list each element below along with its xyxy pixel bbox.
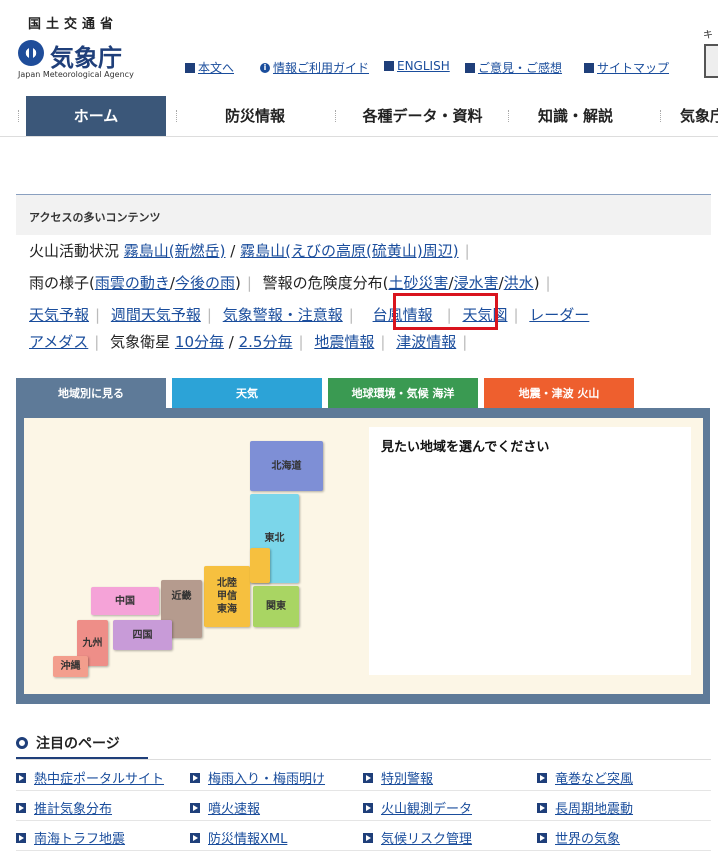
- site-header: 国土交通省 気象庁 Japan Meteorological Agency 本文…: [0, 0, 718, 96]
- nav-home[interactable]: ホーム: [26, 96, 166, 136]
- arrow-square-icon: [363, 803, 373, 813]
- popular-contents: アクセスの多いコンテンツ 火山活動状況 霧島山(新燃岳) / 霧島山(えびの高原…: [16, 194, 711, 357]
- util-link-skip[interactable]: 本文へ: [185, 59, 234, 76]
- featured-volcano-data[interactable]: 火山観測データ: [363, 798, 472, 817]
- region-hokuriku-koshin-tokai[interactable]: 北陸 甲信 東海: [204, 566, 250, 627]
- link-earthquake[interactable]: 地震情報: [314, 333, 374, 351]
- tab-environment[interactable]: 地球環境・気候 海洋: [328, 378, 478, 410]
- link-kirishima-shinmoe[interactable]: 霧島山(新燃岳): [124, 242, 226, 260]
- amedas-line: アメダス | 気象衛星 10分毎 / 2.5分毎 | 地震情報 | 津波情報 |: [29, 333, 468, 351]
- featured-row-divider: [16, 850, 711, 851]
- popular-contents-title: アクセスの多いコンテンツ: [29, 211, 161, 224]
- jma-logo-icon: [18, 40, 44, 66]
- nav-divider: [508, 110, 510, 122]
- nav-divider: [660, 110, 662, 122]
- featured-eruption-alert[interactable]: 噴火速報: [190, 798, 260, 817]
- global-nav: ホーム 防災情報 各種データ・資料 知識・解説 気象庁: [0, 96, 718, 137]
- header-right-text: キ: [703, 30, 713, 41]
- link-landslide[interactable]: 土砂災害: [389, 274, 449, 292]
- link-satellite-2-5min[interactable]: 2.5分毎: [239, 333, 293, 351]
- link-kirishima-ebino[interactable]: 霧島山(えびの高原(硫黄山)周辺): [240, 242, 458, 260]
- arrow-square-icon: [384, 61, 394, 71]
- arrow-square-icon: [16, 803, 26, 813]
- arrow-square-icon: [537, 773, 547, 783]
- forecast-line: 天気予報 | 週間天気予報 | 気象警報・注意報 | 台風情報 | 天気図 | レーダー: [29, 306, 590, 324]
- nav-knowledge[interactable]: 知識・解説: [518, 96, 633, 136]
- nav-divider: [18, 110, 20, 122]
- circle-bullet-icon: [16, 737, 28, 749]
- logo-name: 気象庁: [50, 44, 122, 72]
- link-tsunami[interactable]: 津波情報: [396, 333, 456, 351]
- tab-weather[interactable]: 天気: [172, 378, 322, 410]
- region-okinawa[interactable]: 沖縄: [53, 656, 88, 677]
- arrow-square-icon: [16, 833, 26, 843]
- rain-line: 雨の様子(雨雲の動き/今後の雨) | 警報の危険度分布(土砂災害/浸水害/洪水) |: [29, 274, 551, 292]
- arrow-square-icon: [190, 773, 200, 783]
- link-forecast[interactable]: 天気予報: [29, 306, 89, 324]
- featured-row-divider: [16, 790, 711, 791]
- featured-nankai-trough[interactable]: 南海トラフ地震: [16, 828, 125, 847]
- region-hokkaido[interactable]: 北海道: [250, 441, 323, 491]
- util-link-guide[interactable]: i 情報ご利用ガイド: [260, 59, 369, 76]
- nav-about[interactable]: 気象庁: [680, 96, 718, 136]
- region-instruction-panel: 見たい地域を選んでください: [369, 427, 691, 675]
- nav-data[interactable]: 各種データ・資料: [345, 96, 500, 136]
- featured-world-weather[interactable]: 世界の気象: [537, 828, 620, 847]
- nav-divider: [335, 110, 337, 122]
- arrow-square-icon: [537, 833, 547, 843]
- link-weekly-forecast[interactable]: 週間天気予報: [111, 306, 201, 324]
- popular-contents-header: アクセスの多いコンテンツ: [16, 195, 711, 235]
- featured-climate-risk[interactable]: 気候リスク管理: [363, 828, 472, 847]
- nav-divider: [176, 110, 178, 122]
- logo-english: Japan Meteorological Agency: [18, 70, 134, 79]
- arrow-square-icon: [537, 803, 547, 813]
- nav-disaster-info[interactable]: 防災情報: [185, 96, 325, 136]
- featured-emergency-warning[interactable]: 特別警報: [363, 768, 433, 787]
- arrow-square-icon: [190, 833, 200, 843]
- link-inundation[interactable]: 浸水害: [454, 274, 499, 292]
- arrow-square-icon: [584, 62, 594, 73]
- link-flood[interactable]: 洪水: [504, 274, 534, 292]
- tab-by-region[interactable]: 地域別に見る: [16, 378, 166, 410]
- featured-disaster-xml[interactable]: 防災情報XML: [190, 828, 287, 847]
- region-shikoku[interactable]: 四国: [113, 620, 172, 650]
- region-chugoku[interactable]: 中国: [91, 587, 159, 615]
- featured-title-underline: [16, 757, 148, 759]
- link-radar[interactable]: レーダー: [529, 306, 589, 324]
- arrow-square-icon: [465, 62, 475, 73]
- featured-tornado[interactable]: 竜巻など突風: [537, 768, 633, 787]
- region-kanto[interactable]: 関東: [253, 586, 299, 627]
- arrow-square-icon: [363, 833, 373, 843]
- arrow-square-icon: [185, 62, 195, 73]
- region-hokuriku-extension[interactable]: [250, 548, 270, 583]
- volcano-line: 火山活動状況 霧島山(新燃岳) / 霧島山(えびの高原(硫黄山)周辺) |: [29, 242, 470, 260]
- arrow-square-icon: [363, 773, 373, 783]
- featured-estimated-weather[interactable]: 推計気象分布: [16, 798, 112, 817]
- arrow-square-icon: [190, 803, 200, 813]
- util-link-feedback[interactable]: ご意見・ご感想: [465, 59, 562, 76]
- util-link-sitemap[interactable]: サイトマップ: [584, 59, 669, 76]
- info-icon: i: [260, 62, 270, 73]
- tab-earthquake[interactable]: 地震・津波 火山: [484, 378, 634, 410]
- search-box-edge[interactable]: [704, 44, 718, 78]
- ministry-label: 国土交通省: [28, 17, 119, 32]
- arrow-square-icon: [16, 773, 26, 783]
- featured-row-divider: [16, 820, 711, 821]
- link-rain-cloud[interactable]: 雨雲の動き: [95, 274, 170, 292]
- featured-long-period[interactable]: 長周期地震動: [537, 798, 633, 817]
- util-link-english[interactable]: ENGLISH: [384, 59, 450, 73]
- link-satellite-10min[interactable]: 10分毎: [175, 333, 224, 351]
- typhoon-highlight-box: [393, 293, 498, 330]
- link-amedas[interactable]: アメダス: [29, 333, 88, 351]
- region-instruction-text: 見たい地域を選んでください: [381, 440, 550, 455]
- featured-heatstroke[interactable]: 熱中症ポータルサイト: [16, 768, 164, 787]
- featured-pages-title: 注目のページ: [16, 733, 120, 753]
- featured-divider: [16, 759, 711, 760]
- link-warnings[interactable]: 気象警報・注意報: [223, 306, 343, 324]
- link-future-rain[interactable]: 今後の雨: [175, 274, 235, 292]
- featured-rainy-season[interactable]: 梅雨入り・梅雨明け: [190, 768, 325, 787]
